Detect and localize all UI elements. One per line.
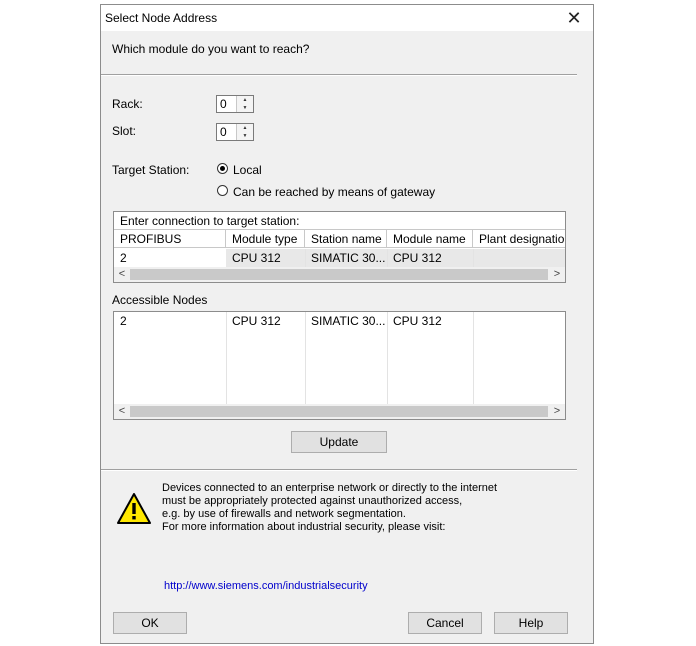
scroll-left-icon[interactable]: <: [114, 404, 130, 419]
scroll-thumb[interactable]: [130, 269, 548, 280]
scroll-left-icon[interactable]: <: [114, 267, 130, 282]
node-module-name: CPU 312: [393, 314, 442, 328]
separator-bottom: [101, 469, 577, 471]
warning-line: For more information about industrial se…: [162, 521, 446, 533]
warning-icon: [116, 491, 152, 527]
node-profibus-address[interactable]: 2: [114, 313, 226, 329]
help-button[interactable]: Help: [494, 612, 568, 634]
select-node-address-dialog: Select Node Address ✕ Which module do yo…: [100, 4, 594, 644]
connection-header-row: PROFIBUS address Module type Station nam…: [114, 230, 565, 249]
close-icon[interactable]: ✕: [559, 6, 589, 30]
col-station-name[interactable]: Station name: [305, 230, 387, 248]
connection-caption: Enter connection to target station:: [114, 212, 565, 230]
warning-line: Devices connected to an enterprise netwo…: [162, 482, 498, 494]
slot-down-icon[interactable]: ▼: [237, 132, 253, 140]
cancel-button[interactable]: Cancel: [408, 612, 482, 634]
title-bar: Select Node Address ✕: [101, 5, 593, 31]
radio-local-label[interactable]: Local: [233, 163, 262, 177]
industrial-security-link[interactable]: http://www.siemens.com/industrialsecurit…: [164, 580, 368, 592]
cell-plant-designation: [473, 250, 565, 266]
rack-value: 0: [220, 97, 227, 111]
dialog-title: Select Node Address: [105, 11, 218, 25]
accessible-nodes-list: 2 CPU 312 SIMATIC 30... CPU 312 < >: [113, 311, 566, 420]
col-plant-designation[interactable]: Plant designation: [473, 230, 565, 248]
node-station-name: SIMATIC 30...: [311, 314, 386, 328]
accessible-nodes-label: Accessible Nodes: [112, 293, 208, 307]
slot-value: 0: [220, 125, 227, 139]
target-station-label: Target Station:: [112, 163, 190, 177]
col-module-name[interactable]: Module name: [387, 230, 473, 248]
radio-selected-dot: [220, 166, 225, 171]
warning-line: must be appropriately protected against …: [162, 495, 463, 507]
connection-table: Enter connection to target station: PROF…: [113, 211, 566, 283]
node-plant-designation: [473, 313, 565, 329]
col-divider: [473, 312, 474, 404]
cell-profibus-address[interactable]: 2: [114, 250, 226, 266]
slot-label: Slot:: [112, 124, 137, 138]
radio-gateway[interactable]: [217, 185, 228, 196]
node-module-type: CPU 312: [232, 314, 281, 328]
col-divider: [387, 312, 388, 404]
warning-line: e.g. by use of firewalls and network seg…: [162, 508, 406, 520]
connection-hscrollbar[interactable]: < >: [114, 267, 565, 282]
scroll-right-icon[interactable]: >: [549, 404, 565, 419]
col-module-type[interactable]: Module type: [226, 230, 305, 248]
cell-module-type: CPU 312: [232, 251, 281, 265]
update-button[interactable]: Update: [291, 431, 387, 453]
col-divider: [226, 312, 227, 404]
question-text: Which module do you want to reach?: [112, 42, 310, 56]
rack-label: Rack:: [112, 97, 143, 111]
scroll-thumb[interactable]: [130, 406, 548, 417]
col-profibus-address[interactable]: PROFIBUS address: [114, 230, 226, 248]
warning-text: Devices connected to an enterprise netwo…: [162, 482, 497, 534]
radio-gateway-label[interactable]: Can be reached by means of gateway: [233, 185, 435, 199]
scroll-right-icon[interactable]: >: [549, 267, 565, 282]
separator-top: [101, 74, 577, 76]
col-divider: [305, 312, 306, 404]
col-divider: [305, 249, 306, 267]
col-divider: [387, 249, 388, 267]
col-divider: [473, 249, 474, 267]
radio-local[interactable]: [217, 163, 228, 174]
slot-spinner[interactable]: 0 ▲ ▼: [216, 123, 254, 141]
nodes-hscrollbar[interactable]: < >: [114, 404, 565, 419]
rack-down-icon[interactable]: ▼: [237, 104, 253, 112]
cell-station-name: SIMATIC 30...: [311, 251, 386, 265]
cell-module-name: CPU 312: [393, 251, 442, 265]
rack-spinner[interactable]: 0 ▲ ▼: [216, 95, 254, 113]
ok-button[interactable]: OK: [113, 612, 187, 634]
